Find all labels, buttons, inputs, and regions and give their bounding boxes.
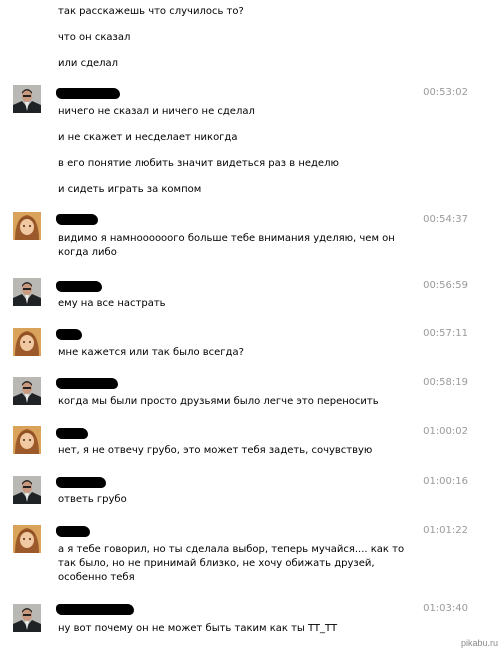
- sender-name-redacted: [56, 88, 120, 99]
- message-line: когда либо: [58, 247, 117, 258]
- message-time: 00:57:11: [423, 328, 468, 339]
- sender-name-redacted: [56, 329, 82, 340]
- message-line: в его понятие любить значит видеться раз…: [58, 158, 339, 169]
- message-time: 00:53:02: [423, 87, 468, 98]
- message-line: нет, я не отвечу грубо, это может тебя з…: [58, 445, 373, 456]
- avatar-girl[interactable]: [13, 426, 41, 454]
- message-line: а я тебе говорил, но ты сделала выбор, т…: [58, 544, 405, 555]
- message-line: ничего не сказал и ничего не сделал: [58, 106, 255, 117]
- girl-avatar-image: [13, 212, 41, 240]
- message-time: 00:58:19: [423, 377, 468, 388]
- girl-avatar-image: [13, 525, 41, 553]
- sender-name-redacted: [56, 477, 106, 488]
- message-line: или сделал: [58, 58, 119, 69]
- girl-avatar-image: [13, 328, 41, 356]
- man-avatar-image: [13, 476, 41, 504]
- sender-name-redacted: [56, 281, 102, 292]
- avatar-man[interactable]: [13, 85, 41, 113]
- sender-name-redacted: [56, 214, 98, 225]
- message-time: 01:00:16: [423, 476, 468, 487]
- message-line: особенно тебя: [58, 572, 135, 583]
- message-line: когда мы были просто друзьями было легче…: [58, 396, 379, 407]
- man-avatar-image: [13, 278, 41, 306]
- message-time: 01:01:22: [423, 525, 468, 536]
- message-line: что он сказал: [58, 32, 131, 43]
- avatar-man[interactable]: [13, 278, 41, 306]
- message-line: мне кажется или так было всегда?: [58, 347, 244, 358]
- avatar-girl[interactable]: [13, 212, 41, 240]
- man-avatar-image: [13, 377, 41, 405]
- message-line: и не скажет и несделает никогда: [58, 132, 238, 143]
- sender-name-redacted: [56, 428, 88, 439]
- message-line: ну вот почему он не может быть таким как…: [58, 623, 338, 634]
- message-line: ответь грубо: [58, 494, 127, 505]
- message-time: 00:54:37: [423, 214, 468, 225]
- message-line: и сидеть играть за компом: [58, 184, 202, 195]
- girl-avatar-image: [13, 426, 41, 454]
- man-avatar-image: [13, 604, 41, 632]
- message-line: так расскажешь что случилось то?: [58, 6, 244, 17]
- avatar-man[interactable]: [13, 476, 41, 504]
- message-line: ему на все настрать: [58, 298, 166, 309]
- man-avatar-image: [13, 85, 41, 113]
- avatar-man[interactable]: [13, 604, 41, 632]
- avatar-man[interactable]: [13, 377, 41, 405]
- avatar-girl[interactable]: [13, 328, 41, 356]
- sender-name-redacted: [56, 526, 90, 537]
- sender-name-redacted: [56, 378, 118, 389]
- message-line: видимо я намноооооого больше тебе вниман…: [58, 233, 395, 244]
- avatar-girl[interactable]: [13, 525, 41, 553]
- sender-name-redacted: [56, 604, 134, 615]
- watermark: pikabu.ru: [460, 638, 498, 648]
- message-line: так было, но не принимай близко, не хочу…: [58, 558, 375, 569]
- message-time: 00:56:59: [423, 280, 468, 291]
- message-time: 01:03:40: [423, 603, 468, 614]
- message-time: 01:00:02: [423, 426, 468, 437]
